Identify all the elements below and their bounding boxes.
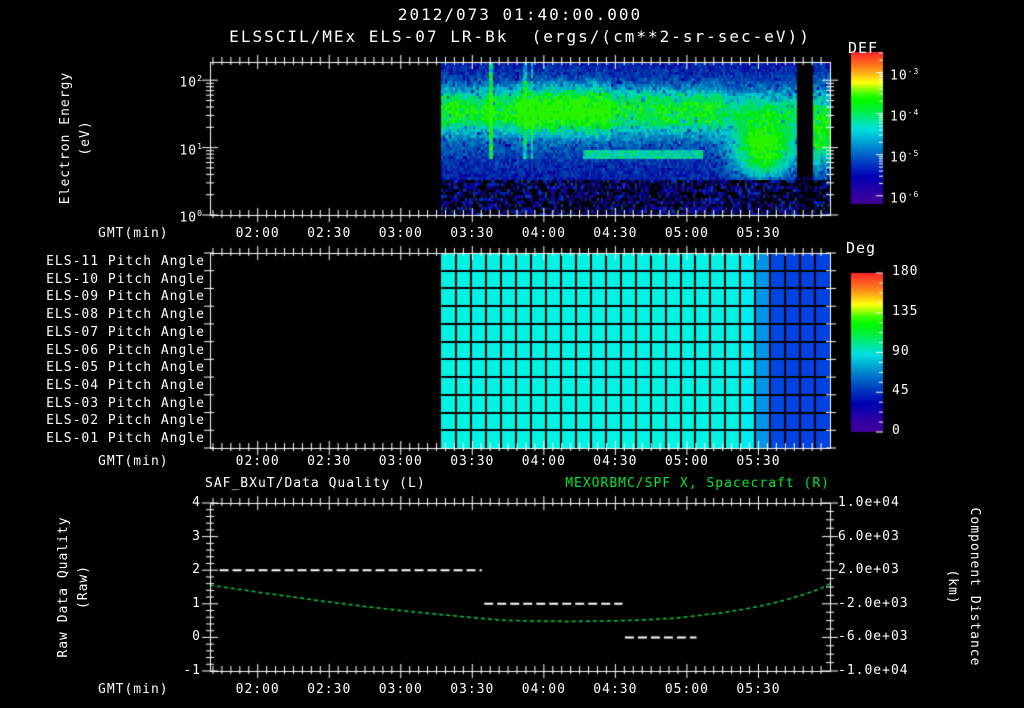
panel2-x-tick-label: 02:30 bbox=[307, 454, 352, 469]
panel1-x-tick-label: 04:30 bbox=[593, 226, 638, 241]
panel2-x-tick-label: 02:00 bbox=[235, 454, 280, 469]
panel2-x-tick-label: 03:00 bbox=[378, 454, 423, 469]
def-colorbar-tick-label: 10-4 bbox=[890, 107, 920, 124]
panel3-left-y-tick-label: 4 bbox=[192, 495, 201, 510]
panel3-left-y-axis-label: Raw Data Quality bbox=[56, 516, 71, 658]
panel1-x-tick-label: 05:00 bbox=[664, 226, 709, 241]
panel1-y-tick-label: 101 bbox=[179, 141, 203, 158]
panel3-right-y-tick-label: -1.0e+04 bbox=[838, 663, 909, 678]
panel1-x-tick-label: 03:30 bbox=[450, 226, 495, 241]
panel1-y-axis-unit: (eV) bbox=[78, 120, 93, 156]
deg-colorbar-tick-label: 90 bbox=[892, 343, 910, 359]
pitch-angle-row-label: ELS-08 Pitch Angle bbox=[46, 307, 205, 323]
panel1-y-tick-label: 102 bbox=[179, 74, 203, 91]
pitch-angle-row-label: ELS-03 Pitch Angle bbox=[46, 395, 205, 411]
panel1-y-axis-label: Electron Energy bbox=[58, 71, 73, 205]
panel3-x-tick-label: 05:30 bbox=[736, 682, 781, 697]
panel3-right-series-title: MEXORBMC/SPF X, Spacecraft (R) bbox=[565, 476, 830, 491]
panel3-right-y-axis-unit: (km) bbox=[945, 569, 960, 605]
def-colorbar-tick-label: 10-5 bbox=[890, 148, 920, 166]
panel3-left-y-tick-label: 3 bbox=[192, 528, 201, 544]
pitch-angle-row-label: ELS-07 Pitch Angle bbox=[46, 324, 205, 340]
header-datetime: 2012/073 01:40:00.000 bbox=[397, 5, 643, 24]
panel3-left-y-tick-label: 2 bbox=[192, 562, 201, 578]
pitch-angle-row-label: ELS-06 Pitch Angle bbox=[46, 342, 205, 358]
panel3-left-series-title: SAF_BXuT/Data Quality (L) bbox=[205, 476, 426, 491]
quality-distance-plot-canvas bbox=[195, 493, 845, 681]
def-colorbar-tick-label: 10-3 bbox=[890, 66, 920, 83]
panel3-right-y-tick-label: -6.0e+03 bbox=[838, 629, 909, 645]
panel1-x-tick-label: 04:00 bbox=[521, 226, 566, 241]
pitch-angle-row-label: ELS-09 Pitch Angle bbox=[46, 289, 205, 305]
panel3-x-tick-label: 03:30 bbox=[450, 682, 495, 697]
panel2-x-tick-label: 04:00 bbox=[521, 454, 566, 469]
panel3-left-y-tick-label: 1 bbox=[192, 595, 201, 611]
deg-colorbar-title: Deg bbox=[846, 239, 877, 257]
panel3-left-y-tick-label: -1 bbox=[183, 663, 201, 678]
panel3-right-y-tick-label: -2.0e+03 bbox=[838, 595, 909, 611]
deg-colorbar-tick-label: 0 bbox=[892, 423, 901, 438]
pitch-angle-row-label: ELS-10 Pitch Angle bbox=[46, 271, 205, 287]
panel3-x-axis-label: GMT(min) bbox=[98, 682, 169, 697]
panel3-right-y-tick-label: 1.0e+04 bbox=[838, 495, 900, 510]
def-colorbar-title: DEF bbox=[848, 39, 879, 57]
panel2-x-tick-label: 05:30 bbox=[736, 454, 781, 469]
panel3-left-y-axis-unit: (Raw) bbox=[76, 564, 91, 610]
panel1-x-axis-label: GMT(min) bbox=[98, 226, 169, 241]
spectrogram-viewer: 2012/073 01:40:00.000 ELSSCIL/MEx ELS-07… bbox=[0, 0, 1024, 708]
panel3-x-tick-label: 04:30 bbox=[593, 682, 638, 697]
deg-colorbar-tick-label: 180 bbox=[892, 264, 919, 279]
panel3-x-tick-label: 03:00 bbox=[378, 682, 423, 697]
def-colorbar-tick-label: 10-6 bbox=[890, 189, 920, 207]
header-title: ELSSCIL/MEx ELS-07 LR-Bk (ergs/(cm**2-sr… bbox=[229, 27, 811, 46]
pitch-angle-row-label: ELS-05 Pitch Angle bbox=[46, 360, 205, 376]
panel3-x-tick-label: 05:00 bbox=[664, 682, 709, 697]
pitch-angle-row-label: ELS-04 Pitch Angle bbox=[46, 377, 205, 393]
panel3-x-tick-label: 02:00 bbox=[235, 682, 280, 697]
panel1-x-tick-label: 05:30 bbox=[736, 226, 781, 241]
panel2-x-tick-label: 04:30 bbox=[593, 454, 638, 469]
panel2-x-axis-label: GMT(min) bbox=[98, 454, 169, 469]
deg-colorbar-tick-label: 135 bbox=[892, 303, 919, 319]
panel3-x-tick-label: 04:00 bbox=[521, 682, 566, 697]
pitch-angle-heatmap-canvas bbox=[195, 243, 845, 458]
electron-energy-spectrogram-canvas bbox=[195, 52, 845, 225]
panel2-x-tick-label: 03:30 bbox=[450, 454, 495, 469]
panel3-x-tick-label: 02:30 bbox=[307, 682, 352, 697]
panel3-right-y-tick-label: 6.0e+03 bbox=[838, 528, 900, 544]
panel1-x-tick-label: 02:30 bbox=[307, 226, 352, 241]
panel3-right-y-tick-label: 2.0e+03 bbox=[838, 562, 900, 578]
pitch-angle-row-label: ELS-11 Pitch Angle bbox=[46, 253, 205, 269]
panel3-left-y-tick-label: 0 bbox=[192, 629, 201, 645]
pitch-angle-row-label: ELS-01 Pitch Angle bbox=[46, 431, 205, 447]
panel3-right-y-axis-label: Component Distance bbox=[967, 507, 982, 667]
deg-colorbar-tick-label: 45 bbox=[892, 383, 910, 399]
panel1-x-tick-label: 02:00 bbox=[235, 226, 280, 241]
pitch-angle-row-label: ELS-02 Pitch Angle bbox=[46, 413, 205, 429]
panel1-y-tick-label: 100 bbox=[179, 209, 203, 226]
panel1-x-tick-label: 03:00 bbox=[378, 226, 423, 241]
panel2-x-tick-label: 05:00 bbox=[664, 454, 709, 469]
